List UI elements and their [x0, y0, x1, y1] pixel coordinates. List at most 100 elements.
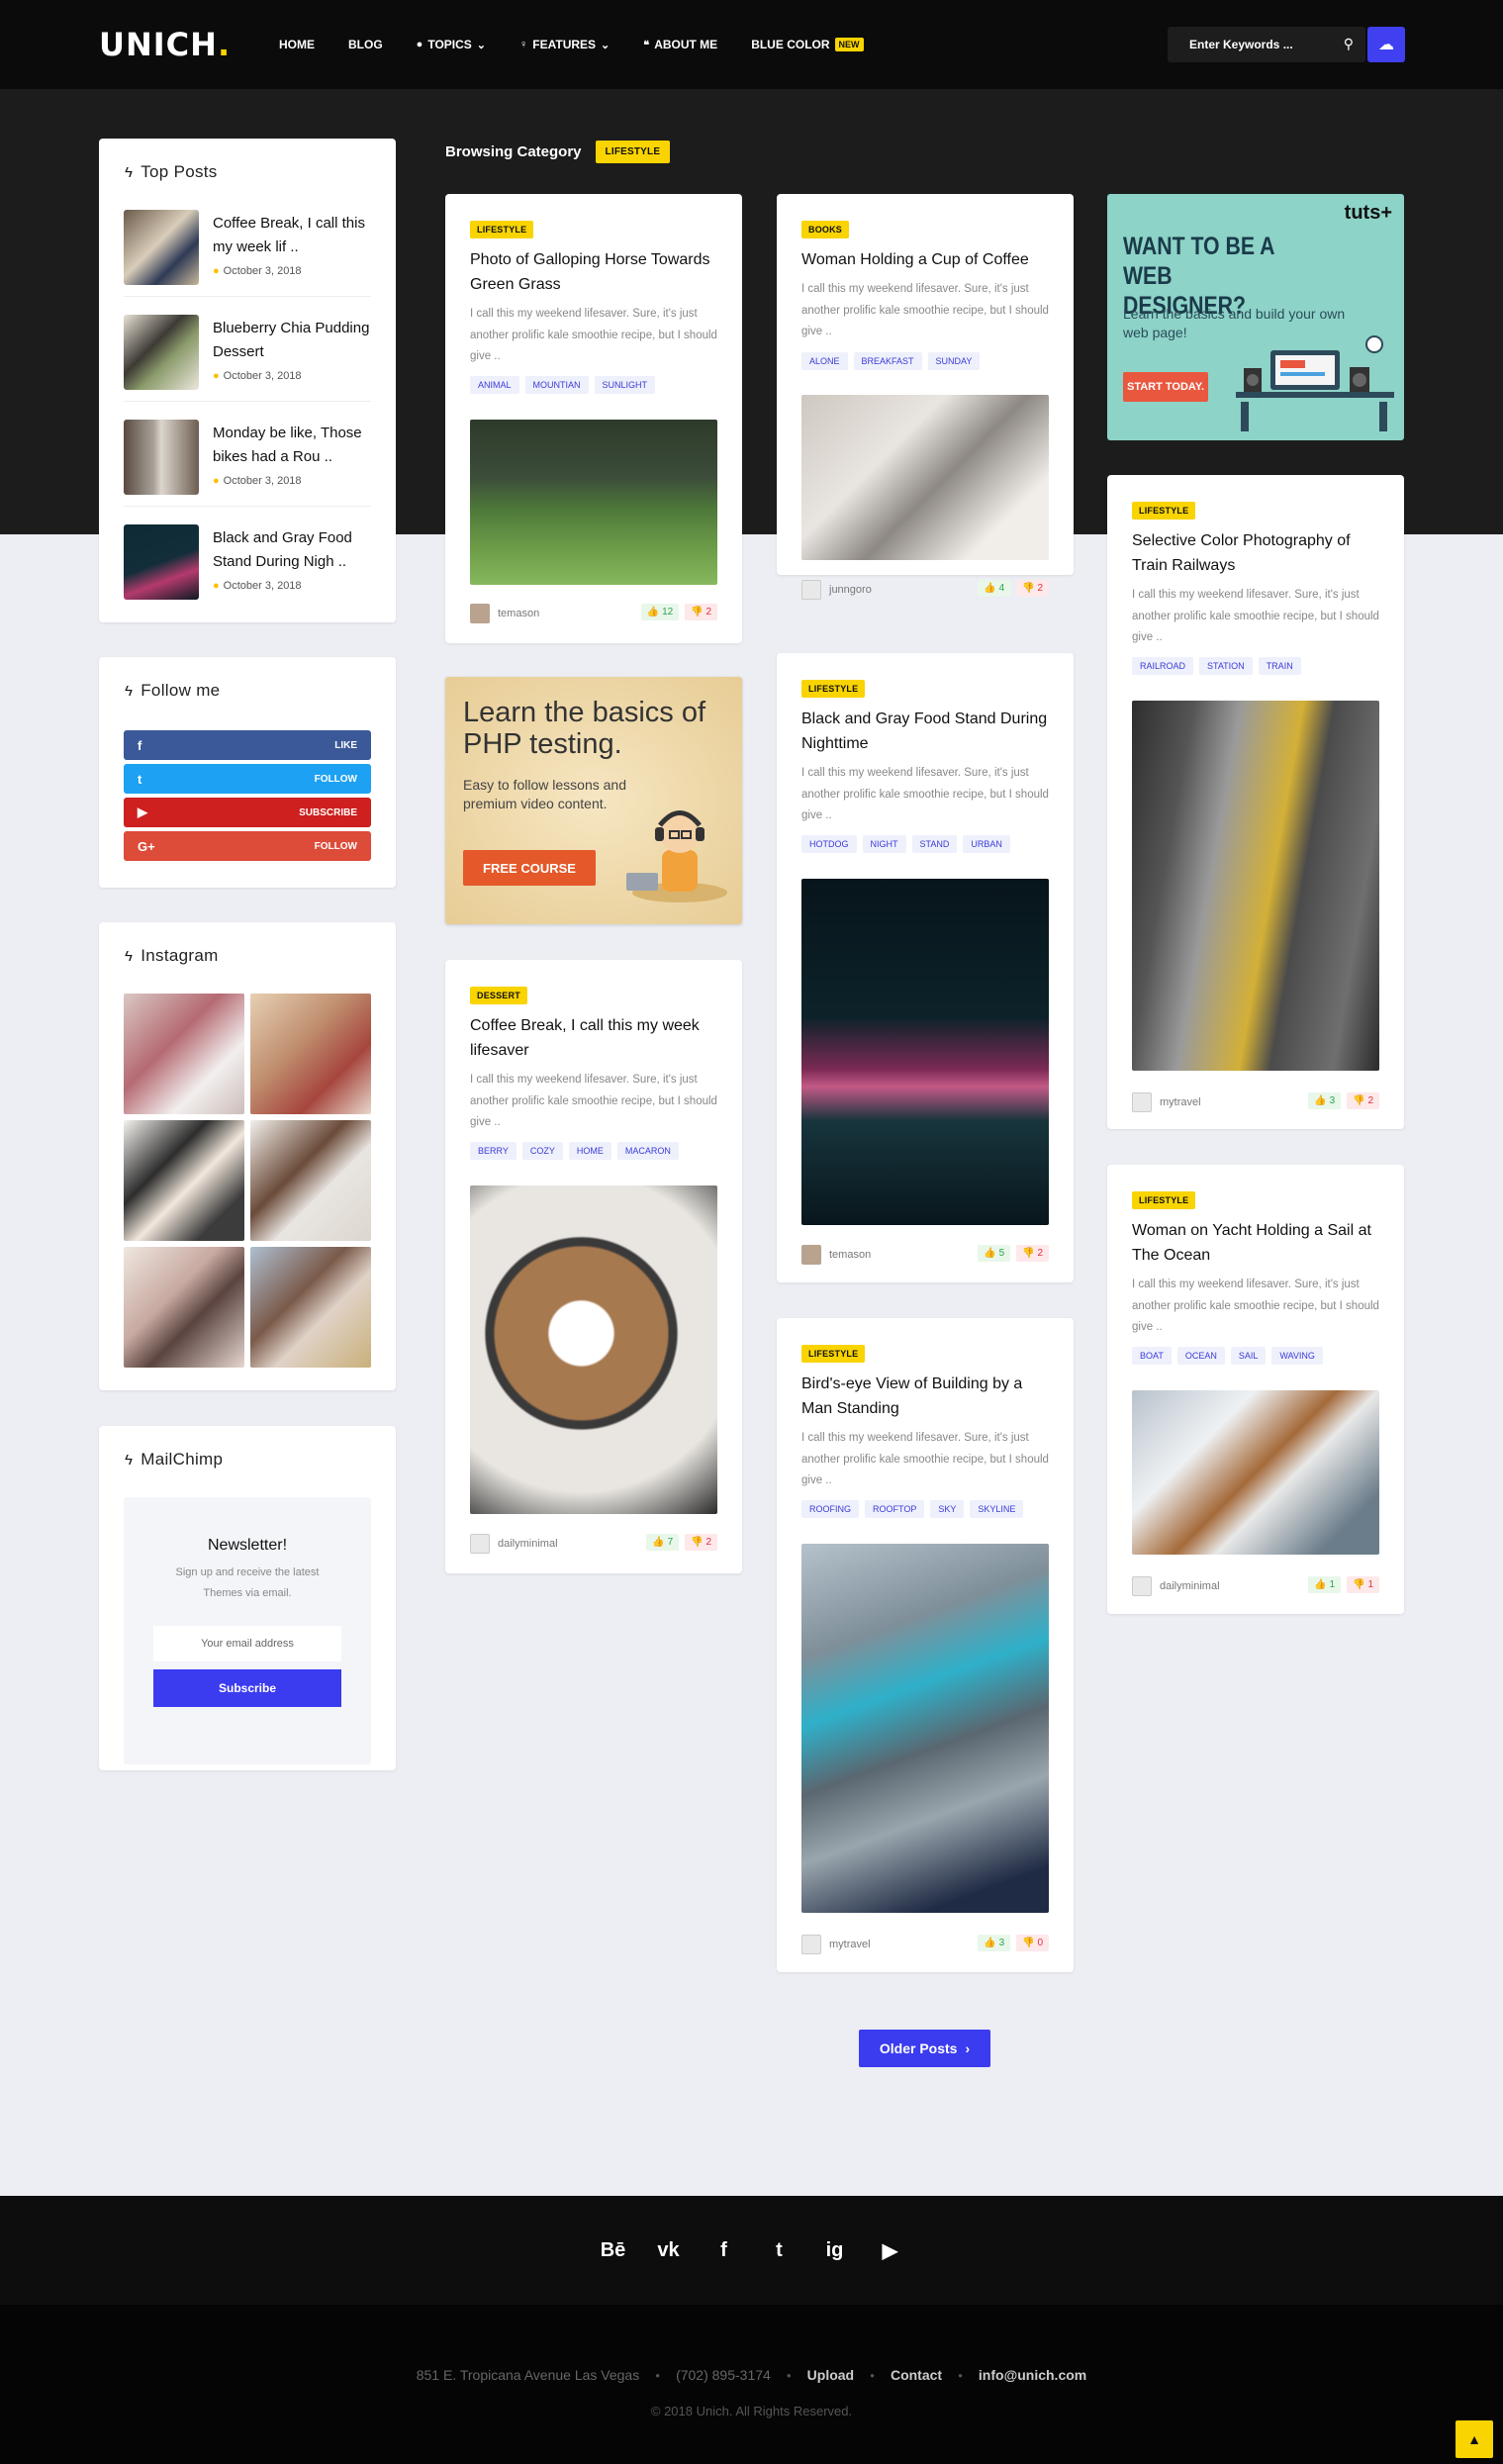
post-tag[interactable]: ANIMAL: [470, 376, 519, 394]
nav-blue-color[interactable]: BLUE COLOR NEW: [751, 38, 864, 51]
downvote-button[interactable]: 👎 2: [1016, 1245, 1049, 1262]
post-tag[interactable]: COZY: [521, 1142, 563, 1160]
post-tag[interactable]: SAIL: [1230, 1347, 1267, 1365]
youtube-icon[interactable]: ▶: [878, 2238, 903, 2263]
post-image[interactable]: [470, 1185, 717, 1514]
google-plus-follow-button[interactable]: G+ FOLLOW: [124, 831, 371, 861]
post-image[interactable]: [470, 420, 717, 585]
footer-upload-link[interactable]: Upload: [807, 2367, 854, 2383]
post-category-badge[interactable]: LIFESTYLE: [801, 680, 866, 698]
twitter-icon[interactable]: t: [767, 2239, 793, 2262]
post-tag[interactable]: WAVING: [1271, 1347, 1323, 1365]
upvote-button[interactable]: 👍 3: [1308, 1092, 1342, 1109]
post-tag[interactable]: MACARON: [616, 1142, 679, 1160]
post-tag[interactable]: NIGHT: [862, 835, 906, 853]
footer-email-link[interactable]: info@unich.com: [979, 2367, 1086, 2383]
post-category-badge[interactable]: LIFESTYLE: [801, 1345, 866, 1363]
post-category-badge[interactable]: LIFESTYLE: [1132, 1191, 1196, 1209]
post-title[interactable]: Photo of Galloping Horse Towards Green G…: [470, 247, 722, 297]
post-thumbnail[interactable]: [124, 315, 199, 390]
downvote-button[interactable]: 👎 1: [1347, 1576, 1379, 1593]
post-tag[interactable]: ROOFING: [801, 1500, 859, 1518]
downvote-button[interactable]: 👎 2: [1016, 580, 1049, 597]
footer-phone[interactable]: (702) 895-3174: [676, 2367, 771, 2383]
post-image[interactable]: [801, 1544, 1049, 1913]
web-designer-ad[interactable]: tuts+ WANT TO BE A WEB DESIGNER? Learn t…: [1107, 194, 1404, 440]
post-tag[interactable]: BREAKFAST: [853, 352, 922, 370]
upvote-button[interactable]: 👍 4: [978, 580, 1011, 597]
post-tag[interactable]: MOUNTIAN: [524, 376, 589, 394]
top-post-item[interactable]: Black and Gray Food Stand During Nigh ..…: [124, 524, 371, 612]
post-category-badge[interactable]: LIFESTYLE: [1132, 502, 1196, 520]
post-author[interactable]: dailyminimal: [1132, 1576, 1220, 1596]
subscribe-button[interactable]: Subscribe: [153, 1669, 341, 1707]
site-logo[interactable]: UNICH.: [99, 26, 231, 63]
upvote-button[interactable]: 👍 5: [978, 1245, 1011, 1262]
top-post-title[interactable]: Monday be like, Those bikes had a Rou ..: [213, 422, 371, 469]
post-tag[interactable]: TRAIN: [1258, 657, 1301, 675]
post-title[interactable]: Woman on Yacht Holding a Sail at The Oce…: [1132, 1218, 1384, 1268]
downvote-button[interactable]: 👎 2: [1347, 1092, 1379, 1109]
post-tag[interactable]: RAILROAD: [1132, 657, 1194, 675]
post-thumbnail[interactable]: [124, 420, 199, 495]
nav-features[interactable]: ♀ FEATURES ⌄: [519, 38, 610, 51]
post-tag[interactable]: ALONE: [801, 352, 848, 370]
post-thumbnail[interactable]: [124, 524, 199, 600]
post-title[interactable]: Black and Gray Food Stand During Nightti…: [801, 707, 1054, 756]
search-input[interactable]: [1168, 27, 1326, 62]
post-category-badge[interactable]: DESSERT: [470, 987, 527, 1004]
post-image[interactable]: [801, 879, 1049, 1225]
downvote-button[interactable]: 👎 2: [685, 604, 717, 620]
top-post-title[interactable]: Coffee Break, I call this my week lif ..: [213, 212, 371, 259]
instagram-photo[interactable]: [124, 1120, 244, 1241]
post-author[interactable]: temason: [470, 604, 539, 623]
facebook-icon[interactable]: f: [711, 2239, 737, 2262]
top-post-title[interactable]: Black and Gray Food Stand During Nigh ..: [213, 526, 371, 574]
post-tag[interactable]: HOME: [568, 1142, 611, 1160]
instagram-icon[interactable]: ig: [822, 2239, 848, 2262]
twitter-follow-button[interactable]: t FOLLOW: [124, 764, 371, 794]
php-course-ad[interactable]: Learn the basics of PHP testing. Easy to…: [445, 677, 742, 924]
older-posts-button[interactable]: Older Posts ›: [859, 2030, 990, 2067]
post-title[interactable]: Bird's-eye View of Building by a Man Sta…: [801, 1372, 1054, 1421]
top-post-title[interactable]: Blueberry Chia Pudding Dessert: [213, 317, 371, 364]
post-tag[interactable]: BERRY: [470, 1142, 517, 1160]
post-title[interactable]: Coffee Break, I call this my week lifesa…: [470, 1013, 722, 1063]
post-tag[interactable]: STATION: [1199, 657, 1253, 675]
post-image[interactable]: [801, 395, 1049, 560]
post-tag[interactable]: HOTDOG: [801, 835, 857, 853]
post-tag[interactable]: SKYLINE: [970, 1500, 1024, 1518]
post-title[interactable]: Woman Holding a Cup of Coffee: [801, 247, 1054, 272]
search-icon[interactable]: ⚲: [1344, 36, 1354, 52]
top-post-item[interactable]: Blueberry Chia Pudding Dessert ● October …: [124, 315, 371, 402]
post-tag[interactable]: SUNDAY: [927, 352, 981, 370]
top-post-item[interactable]: Monday be like, Those bikes had a Rou ..…: [124, 420, 371, 507]
post-tag[interactable]: SKY: [930, 1500, 965, 1518]
vk-icon[interactable]: vk: [656, 2239, 682, 2262]
post-author[interactable]: temason: [801, 1245, 871, 1265]
back-to-top-button[interactable]: ▲: [1456, 2420, 1493, 2458]
nav-blog[interactable]: BLOG: [348, 38, 383, 51]
instagram-photo[interactable]: [250, 1120, 371, 1241]
post-category-badge[interactable]: BOOKS: [801, 221, 850, 238]
post-author[interactable]: mytravel: [1132, 1092, 1201, 1112]
newsletter-email-field[interactable]: [153, 1626, 341, 1661]
instagram-photo[interactable]: [124, 994, 244, 1114]
post-title[interactable]: Selective Color Photography of Train Rai…: [1132, 528, 1384, 578]
post-author[interactable]: mytravel: [801, 1935, 871, 1954]
post-thumbnail[interactable]: [124, 210, 199, 285]
upvote-button[interactable]: 👍 1: [1308, 1576, 1342, 1593]
upvote-button[interactable]: 👍 3: [978, 1935, 1011, 1951]
instagram-photo[interactable]: [250, 1247, 371, 1368]
upvote-button[interactable]: 👍 7: [646, 1534, 680, 1551]
post-image[interactable]: [1132, 701, 1379, 1071]
footer-contact-link[interactable]: Contact: [891, 2367, 942, 2383]
facebook-like-button[interactable]: f LIKE: [124, 730, 371, 760]
post-image[interactable]: [1132, 1390, 1379, 1555]
instagram-photo[interactable]: [250, 994, 371, 1114]
nav-topics[interactable]: ● TOPICS ⌄: [417, 38, 486, 51]
behance-icon[interactable]: Bē: [601, 2239, 626, 2262]
free-course-button[interactable]: FREE COURSE: [463, 850, 596, 886]
post-category-badge[interactable]: LIFESTYLE: [470, 221, 534, 238]
post-tag[interactable]: STAND: [911, 835, 958, 853]
